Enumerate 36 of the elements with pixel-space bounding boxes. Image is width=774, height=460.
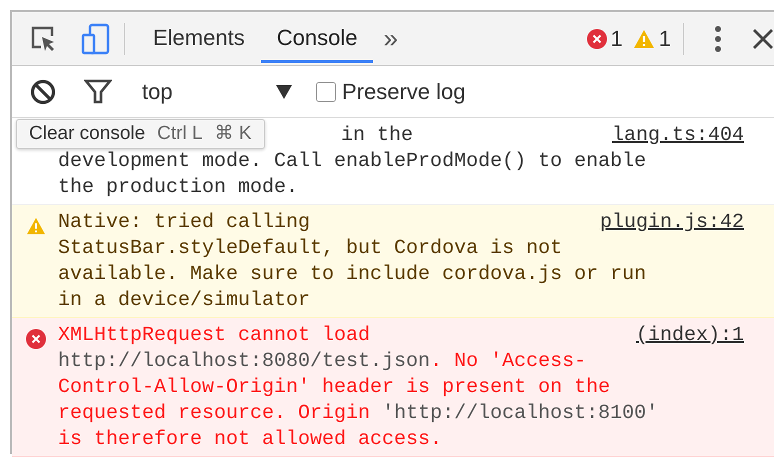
message-line: requested resource. Origin 'http://localhost:8100' — [58, 401, 658, 427]
shortcut-label: ⌘ K — [214, 123, 252, 144]
device-icon[interactable] — [80, 22, 112, 54]
error-icon — [586, 28, 606, 48]
message-line: the production mode. — [58, 175, 298, 201]
source-link[interactable]: plugin.js:42 — [600, 210, 744, 236]
warning-icon — [632, 28, 655, 48]
preserve-log-checkbox[interactable] — [316, 82, 336, 102]
message-line: XMLHttpRequest cannot load — [58, 323, 370, 349]
message-line: in the — [341, 123, 414, 149]
message-line: available. Make sure to include cordova.js or run — [58, 262, 646, 288]
message-line: development mode. Call enableProdMode() to enable — [58, 149, 646, 175]
message-line: is therefore not allowed access. — [58, 427, 442, 453]
menu-icon[interactable] — [714, 24, 722, 52]
message-line: http://localhost:8080/test.json. No 'Access- — [58, 349, 586, 375]
panel-tab[interactable]: Console — [260, 14, 374, 62]
warning-count: 1 — [658, 25, 671, 53]
shortcut-label: Ctrl L — [157, 123, 203, 144]
message-line: in a device/simulator — [58, 288, 310, 314]
filter-icon[interactable] — [84, 78, 112, 104]
caret-icon — [276, 84, 292, 98]
preserve-log-label: Preserve log — [342, 78, 466, 106]
context-select[interactable]: top — [132, 75, 302, 108]
error-icon — [26, 328, 46, 349]
clear-icon[interactable] — [30, 78, 56, 104]
close-icon[interactable] — [752, 28, 774, 50]
error-count: 1 — [610, 25, 623, 53]
message-line: Native: tried calling — [58, 210, 310, 236]
panel-tab[interactable]: Elements — [137, 14, 261, 62]
source-link[interactable]: (index):1 — [636, 323, 744, 349]
more-tabs-button[interactable]: » — [373, 19, 408, 58]
warning-icon — [26, 216, 46, 235]
source-link[interactable]: lang.ts:404 — [612, 123, 744, 149]
tooltip-label: Clear console — [29, 123, 146, 144]
message-line: StatusBar.styleDefault, but Cordova is not — [58, 236, 562, 262]
message-line: Control-Allow-Origin' header is present on the — [58, 375, 610, 401]
